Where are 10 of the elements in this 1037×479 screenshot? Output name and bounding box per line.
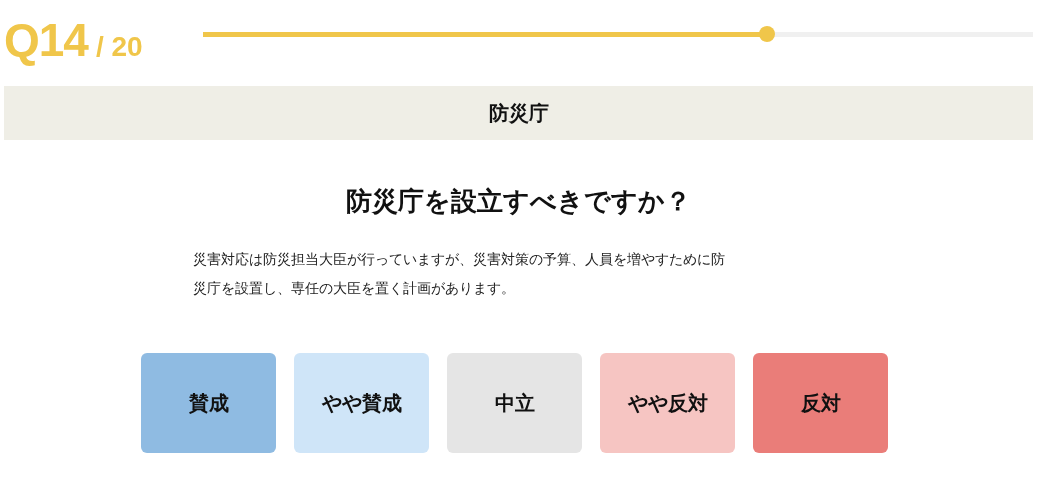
answer-button[interactable]: やや賛成 xyxy=(294,353,429,453)
answer-button[interactable]: 賛成 xyxy=(141,353,276,453)
question-title: 防災庁を設立すべきですか？ xyxy=(345,185,692,218)
answer-button[interactable]: 中立 xyxy=(447,353,582,453)
category-banner: 防災庁 xyxy=(4,86,1033,140)
question-number: Q14 xyxy=(4,13,88,67)
answer-button[interactable]: やや反対 xyxy=(600,353,735,453)
question-description: 災害対応は防災担当大臣が行っていますが、災害対策の予算、人員を増やすために防 災庁を設置し、専任の大臣を置く計画があります。 xyxy=(193,250,726,298)
question-total: / 20 xyxy=(95,31,143,63)
answer-button[interactable]: 反対 xyxy=(753,353,888,453)
